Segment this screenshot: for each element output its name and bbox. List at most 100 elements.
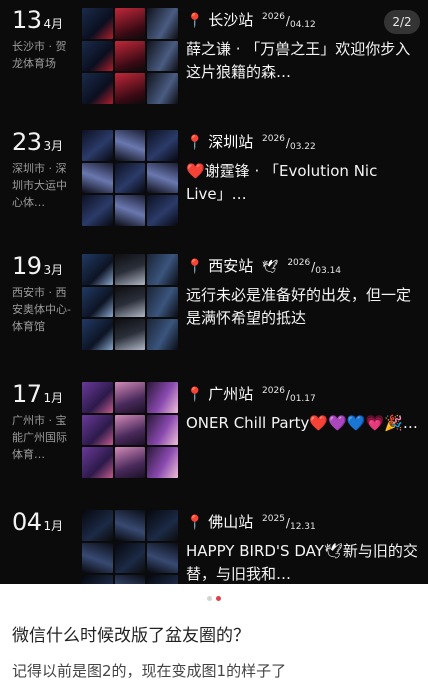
photo-thumbnail[interactable] (147, 8, 178, 39)
entry-station: 📍 佛山站 2025/12.31 (186, 508, 422, 538)
photo-thumbnail[interactable] (82, 8, 113, 39)
entry-month: 3月 (43, 263, 64, 277)
stamp-year: 2026 (262, 12, 285, 22)
entry-station: 📍 深圳站 2026/03.22 (186, 128, 422, 158)
timeline-entry[interactable]: 23 3月 深圳市 · 深圳市大运中心体… 📍 深圳站 2026/03.22 ❤️… (0, 128, 428, 238)
station-name: 长沙站 (208, 11, 254, 29)
timeline-entry[interactable]: 13 4月 长沙市 · 贺龙体育场 📍 长沙站 2026/04.12 薛之谦 · … (0, 6, 428, 116)
photo-thumbnail[interactable] (82, 575, 113, 584)
photo-grid[interactable] (82, 254, 178, 350)
photo-thumbnail[interactable] (114, 8, 146, 39)
entry-day: 04 (12, 508, 42, 536)
stamp-year: 2026 (262, 134, 285, 144)
photo-thumbnail[interactable] (82, 195, 113, 226)
entry-location: 广州市 · 宝能广州国际体育… (12, 414, 67, 461)
photo-thumbnail[interactable] (147, 73, 178, 104)
timeline-entry[interactable]: 19 3月 西安市 · 西安奥体中心-体育馆 📍 西安站 🕊 2026/03.14… (0, 252, 428, 362)
photo-grid[interactable] (82, 382, 178, 478)
stamp-date: 04.12 (289, 20, 316, 30)
photo-grid[interactable] (82, 510, 178, 584)
photo-thumbnail[interactable] (82, 40, 113, 72)
photo-thumbnail[interactable] (147, 319, 178, 350)
entry-text: 薛之谦 · 「万兽之王」欢迎你步入这片狼籍的森… (186, 40, 411, 81)
entry-text: HAPPY BIRD'S DAY🕊新与旧的交替，与旧我和… (186, 542, 418, 583)
photo-thumbnail[interactable] (114, 542, 146, 574)
photo-thumbnail[interactable] (82, 447, 113, 478)
photo-thumbnail[interactable] (147, 162, 178, 194)
photo-thumbnail[interactable] (82, 414, 113, 446)
stamp-date: 03.14 (315, 266, 342, 276)
entry-month: 1月 (43, 391, 64, 405)
photo-thumbnail[interactable] (114, 319, 146, 350)
entry-location: 西安市 · 西安奥体中心-体育馆 (12, 286, 71, 333)
photo-thumbnail[interactable] (114, 382, 146, 413)
post-title: 微信什么时候改版了盆友圈的？ (12, 626, 250, 646)
photo-thumbnail[interactable] (82, 542, 113, 574)
photo-thumbnail[interactable] (82, 286, 113, 318)
photo-thumbnail[interactable] (114, 510, 146, 541)
photo-thumbnail[interactable] (147, 510, 178, 541)
entry-stamp: 2026/04.12 (262, 12, 316, 30)
photo-thumbnail[interactable] (147, 575, 178, 584)
photo-thumbnail[interactable] (114, 414, 146, 446)
entry-day: 23 (12, 128, 42, 156)
photo-thumbnail[interactable] (82, 382, 113, 413)
photo-thumbnail[interactable] (82, 319, 113, 350)
entry-stamp: 2026/03.22 (262, 134, 316, 152)
photo-thumbnail[interactable] (147, 40, 178, 72)
entry-station: 📍 西安站 🕊 2026/03.14 (186, 252, 422, 282)
photo-thumbnail[interactable] (114, 254, 146, 285)
photo-thumbnail[interactable] (114, 575, 146, 584)
entry-date: 04 1月 (12, 508, 63, 536)
stamp-date: 03.22 (289, 142, 316, 152)
station-name: 佛山站 (208, 513, 254, 531)
entry-month: 1月 (43, 519, 64, 533)
entry-text: ❤️谢霆锋 · 「Evolution Nic Live」… (186, 162, 378, 203)
stamp-date: 12.31 (289, 522, 316, 532)
photo-thumbnail[interactable] (82, 254, 113, 285)
photo-thumbnail[interactable] (147, 382, 178, 413)
location-pin-icon: 📍 (186, 259, 204, 275)
pagination-dot[interactable] (207, 596, 212, 601)
entry-day: 13 (12, 6, 42, 34)
photo-thumbnail[interactable] (147, 414, 178, 446)
photo-grid[interactable] (82, 8, 178, 104)
photo-thumbnail[interactable] (82, 73, 113, 104)
photo-thumbnail[interactable] (114, 195, 146, 226)
stamp-year: 2025 (262, 514, 285, 524)
entry-month: 4月 (43, 17, 64, 31)
photo-thumbnail[interactable] (114, 286, 146, 318)
photo-thumbnail[interactable] (147, 286, 178, 318)
pagination-dot-active[interactable] (216, 596, 221, 601)
ghost-icon: 🕊 (262, 260, 279, 275)
photo-thumbnail[interactable] (147, 195, 178, 226)
location-pin-icon: 📍 (186, 387, 204, 403)
entry-text: ONER Chill Party❤️💜💙💗🎉… (186, 414, 418, 432)
photo-thumbnail[interactable] (82, 162, 113, 194)
photo-thumbnail[interactable] (147, 447, 178, 478)
location-pin-icon: 📍 (186, 13, 204, 29)
photo-thumbnail[interactable] (147, 542, 178, 574)
entry-month: 3月 (43, 139, 64, 153)
stamp-year: 2026 (287, 258, 311, 268)
photo-thumbnail[interactable] (114, 447, 146, 478)
entry-date: 19 3月 (12, 252, 63, 280)
photo-thumbnail[interactable] (114, 73, 146, 104)
photo-thumbnail[interactable] (114, 162, 146, 194)
station-name: 广州站 (208, 385, 254, 403)
entry-date: 13 4月 (12, 6, 63, 34)
station-name: 深圳站 (208, 133, 254, 151)
photo-grid[interactable] (82, 130, 178, 226)
photo-thumbnail[interactable] (114, 130, 146, 161)
entry-day: 19 (12, 252, 42, 280)
photo-thumbnail[interactable] (82, 510, 113, 541)
photo-thumbnail[interactable] (114, 40, 146, 72)
timeline-entry[interactable]: 04 1月 📍 佛山站 2025/12.31 HAPPY BIRD'S DAY🕊新… (0, 508, 428, 584)
post-body: 记得以前是图2的，现在变成图1的样子了 (12, 662, 287, 680)
photo-thumbnail[interactable] (147, 130, 178, 161)
timeline-entry[interactable]: 17 1月 广州市 · 宝能广州国际体育… 📍 广州站 2026/01.17 ON… (0, 380, 428, 490)
photo-thumbnail[interactable] (147, 254, 178, 285)
entry-stamp: 2026/01.17 (262, 386, 316, 404)
photo-thumbnail[interactable] (82, 130, 113, 161)
stamp-year: 2026 (262, 386, 285, 396)
